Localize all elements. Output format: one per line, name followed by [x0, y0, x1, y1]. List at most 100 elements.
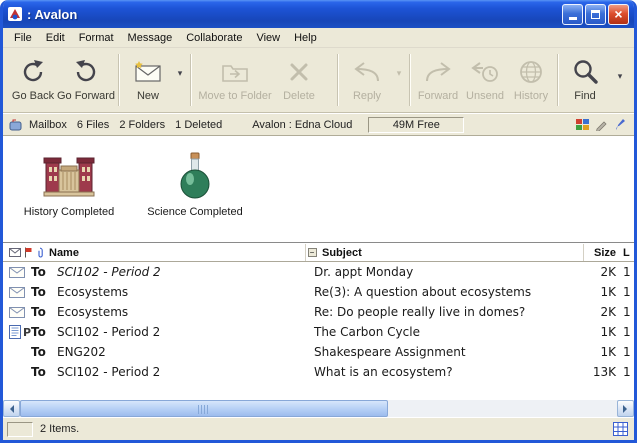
folder-icon — [220, 53, 250, 90]
row-to-label: To — [31, 305, 57, 319]
row-name: Ecosystems — [57, 285, 310, 299]
row-to-label: To — [31, 325, 57, 339]
reply-dropdown-arrow[interactable]: ▾ — [392, 68, 406, 79]
new-button[interactable]: New — [123, 51, 173, 102]
history-completed-label: History Completed — [19, 206, 119, 218]
science-completed-label: Science Completed — [145, 206, 245, 218]
files-count: 6 Files — [77, 119, 109, 131]
find-icon — [571, 53, 599, 90]
menu-format[interactable]: Format — [72, 30, 121, 46]
move-to-folder-button[interactable]: Move to Folder — [195, 51, 275, 102]
row-last: 1 — [618, 345, 634, 359]
message-row[interactable]: To SCI102 - Period 2 What is an ecosyste… — [3, 362, 634, 382]
row-size: 1K — [584, 325, 618, 339]
folder-contents-pane: History Completed Science Completed — [3, 136, 634, 242]
row-size: 2K — [584, 305, 618, 319]
status-cell — [7, 422, 33, 437]
row-subject: Shakespeare Assignment — [310, 345, 584, 359]
envelope-column-icon — [9, 248, 21, 257]
split-view-icon[interactable] — [576, 119, 590, 131]
new-dropdown-arrow[interactable]: ▾ — [173, 68, 187, 79]
row-subject: The Carbon Cycle — [310, 325, 584, 339]
row-size: 1K — [584, 345, 618, 359]
row-size: 2K — [584, 265, 618, 279]
message-row[interactable]: To Ecosystems Re: Do people really live … — [3, 302, 634, 322]
left-arrow-icon — [6, 405, 14, 413]
minimize-button[interactable] — [562, 4, 583, 25]
forward-label: Forward — [418, 90, 458, 102]
reply-label: Reply — [353, 90, 381, 102]
header-name[interactable]: Name — [47, 244, 306, 261]
header-last[interactable]: L — [618, 247, 634, 259]
toolbar-overflow-arrow[interactable]: ▾ — [612, 71, 628, 82]
header-subject[interactable]: Subject — [318, 244, 584, 261]
find-button[interactable]: Find — [562, 51, 608, 102]
unsend-button[interactable]: Unsend — [462, 51, 508, 102]
history-button[interactable]: History — [508, 51, 554, 102]
collapse-box-icon[interactable]: − — [308, 248, 317, 257]
row-flag: P — [23, 326, 31, 339]
row-name: SCI102 - Period 2 — [57, 265, 310, 279]
row-last: 1 — [618, 305, 634, 319]
attachment-column-icon — [36, 247, 44, 259]
forward-button[interactable]: Forward — [414, 51, 462, 102]
delete-button[interactable]: Delete — [275, 51, 323, 102]
header-icon-columns[interactable] — [3, 244, 47, 261]
history-completed-item[interactable]: History Completed — [19, 148, 119, 218]
pencil-icon[interactable] — [595, 118, 608, 131]
menu-view[interactable]: View — [249, 30, 287, 46]
reply-button[interactable]: Reply — [342, 51, 392, 102]
maximize-button[interactable] — [585, 4, 606, 25]
scroll-right-button[interactable] — [617, 400, 634, 417]
row-last: 1 — [618, 265, 634, 279]
list-header: Name − Subject Size L — [3, 244, 634, 262]
go-back-label: Go Back — [12, 90, 54, 102]
deleted-count: 1 Deleted — [175, 119, 222, 131]
scroll-left-button[interactable] — [3, 400, 20, 417]
science-completed-item[interactable]: Science Completed — [145, 148, 245, 218]
info-bar: Mailbox 6 Files 2 Folders 1 Deleted Aval… — [3, 113, 634, 136]
menu-help[interactable]: Help — [287, 30, 324, 46]
message-row[interactable]: P To SCI102 - Period 2 The Carbon Cycle … — [3, 322, 634, 342]
scrollbar-track[interactable] — [20, 400, 617, 417]
horizontal-scrollbar[interactable] — [3, 400, 634, 417]
toolbar-separator — [118, 54, 120, 106]
close-button[interactable]: × — [608, 4, 629, 25]
mailbox-icon — [9, 119, 24, 131]
toolbar: Go Back Go Forward New ▾ Move to Folder — [3, 48, 634, 113]
brush-icon[interactable] — [613, 118, 626, 131]
status-bar: 2 Items. — [3, 417, 634, 440]
header-size[interactable]: Size — [584, 247, 618, 259]
history-label: History — [514, 90, 548, 102]
go-back-icon — [19, 53, 47, 90]
message-row[interactable]: To SCI102 - Period 2 Dr. appt Monday 2K … — [3, 262, 634, 282]
message-row[interactable]: To ENG202 Shakespeare Assignment 1K 1 — [3, 342, 634, 362]
menu-collaborate[interactable]: Collaborate — [179, 30, 249, 46]
title-bar: : Avalon × — [3, 0, 634, 28]
minimize-icon — [569, 17, 577, 20]
menu-message[interactable]: Message — [121, 30, 180, 46]
row-subject: Re: Do people really live in domes? — [310, 305, 584, 319]
message-list: To SCI102 - Period 2 Dr. appt Monday 2K … — [3, 262, 634, 382]
toolbar-separator — [190, 54, 192, 106]
row-last: 1 — [618, 285, 634, 299]
envelope-icon — [9, 267, 25, 278]
subject-collapse-control[interactable]: − — [306, 248, 318, 257]
go-back-button[interactable]: Go Back — [9, 51, 57, 102]
menu-edit[interactable]: Edit — [39, 30, 72, 46]
row-to-label: To — [31, 285, 57, 299]
go-forward-icon — [72, 53, 100, 90]
scrollbar-thumb[interactable] — [20, 400, 388, 417]
unsend-label: Unsend — [466, 90, 504, 102]
go-forward-button[interactable]: Go Forward — [57, 51, 115, 102]
delete-label: Delete — [283, 90, 315, 102]
menu-file[interactable]: File — [7, 30, 39, 46]
building-icon — [19, 148, 119, 200]
grid-view-icon[interactable] — [613, 422, 628, 436]
row-name: ENG202 — [57, 345, 310, 359]
toolbar-separator — [409, 54, 411, 106]
row-to-label: To — [31, 265, 57, 279]
row-name: Ecosystems — [57, 305, 310, 319]
find-label: Find — [574, 90, 595, 102]
message-row[interactable]: To Ecosystems Re(3): A question about ec… — [3, 282, 634, 302]
